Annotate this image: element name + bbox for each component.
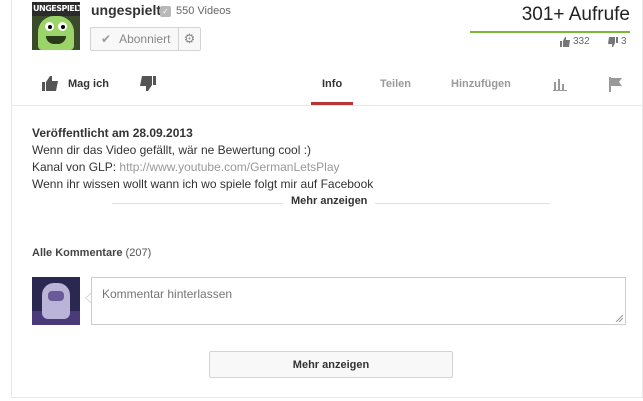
resize-grip-icon[interactable] — [615, 314, 623, 322]
user-avatar[interactable] — [32, 277, 80, 325]
comments-heading: Alle Kommentare (207) — [32, 247, 152, 259]
like-count: 332 — [560, 36, 590, 47]
channel-logo-text: UNGESPIELT — [33, 4, 80, 13]
like-ratio-bar — [470, 31, 630, 33]
tab-share[interactable]: Teilen — [380, 78, 411, 90]
subscribe-label: Abonniert — [119, 32, 171, 46]
like-button[interactable]: Mag ich — [42, 76, 109, 91]
stats-icon — [553, 79, 567, 91]
check-icon: ✔ — [101, 32, 112, 46]
report-button[interactable] — [609, 77, 623, 97]
thumb-down-icon — [140, 76, 156, 91]
subscription-settings-button[interactable]: ⚙ — [178, 27, 201, 51]
video-details-page: UNGESPIELT ungespielt ✓ 550 Videos ✔ Abo… — [0, 0, 643, 401]
thumb-up-icon — [42, 76, 58, 91]
stats-button[interactable] — [553, 77, 567, 96]
action-bar: Mag ich Info Teilen Hinzufügen — [12, 68, 642, 106]
description-line: Kanal von GLP: http://www.youtube.com/Ge… — [32, 160, 340, 174]
video-description: Veröffentlicht am 28.09.2013 Wenn dir da… — [32, 125, 373, 193]
tab-add[interactable]: Hinzufügen — [451, 78, 511, 90]
dislike-count: 3 — [608, 36, 627, 47]
video-count[interactable]: 550 Videos — [176, 5, 231, 17]
comment-input[interactable] — [91, 277, 626, 325]
comment-count: (207) — [125, 247, 152, 259]
view-count: 301+ Aufrufe — [521, 4, 630, 25]
gear-icon: ⚙ — [183, 31, 196, 46]
thumb-up-icon — [560, 36, 570, 47]
monster-logo — [38, 16, 74, 50]
thumb-down-icon — [608, 36, 618, 47]
channel-avatar[interactable]: UNGESPIELT — [32, 2, 80, 50]
active-tab-indicator — [311, 102, 353, 105]
verified-icon: ✓ — [160, 6, 171, 17]
subscribe-button[interactable]: ✔ Abonniert — [90, 27, 179, 51]
description-line: Wenn ihr wissen wollt wann ich wo spiele… — [32, 177, 374, 191]
publish-date: Veröffentlicht am 28.09.2013 — [32, 126, 193, 140]
channel-name[interactable]: ungespielt — [91, 2, 161, 18]
like-label: Mag ich — [68, 77, 109, 90]
tab-info[interactable]: Info — [322, 78, 342, 90]
channel-link[interactable]: http://www.youtube.com/GermanLetsPlay — [119, 160, 339, 174]
description-line: Wenn dir das Video gefällt, wär ne Bewer… — [32, 143, 312, 157]
show-more-comments-button[interactable]: Mehr anzeigen — [209, 351, 453, 378]
flag-icon — [609, 77, 622, 92]
show-more-description-button[interactable]: Mehr anzeigen — [283, 195, 376, 207]
dislike-button[interactable] — [140, 76, 156, 96]
